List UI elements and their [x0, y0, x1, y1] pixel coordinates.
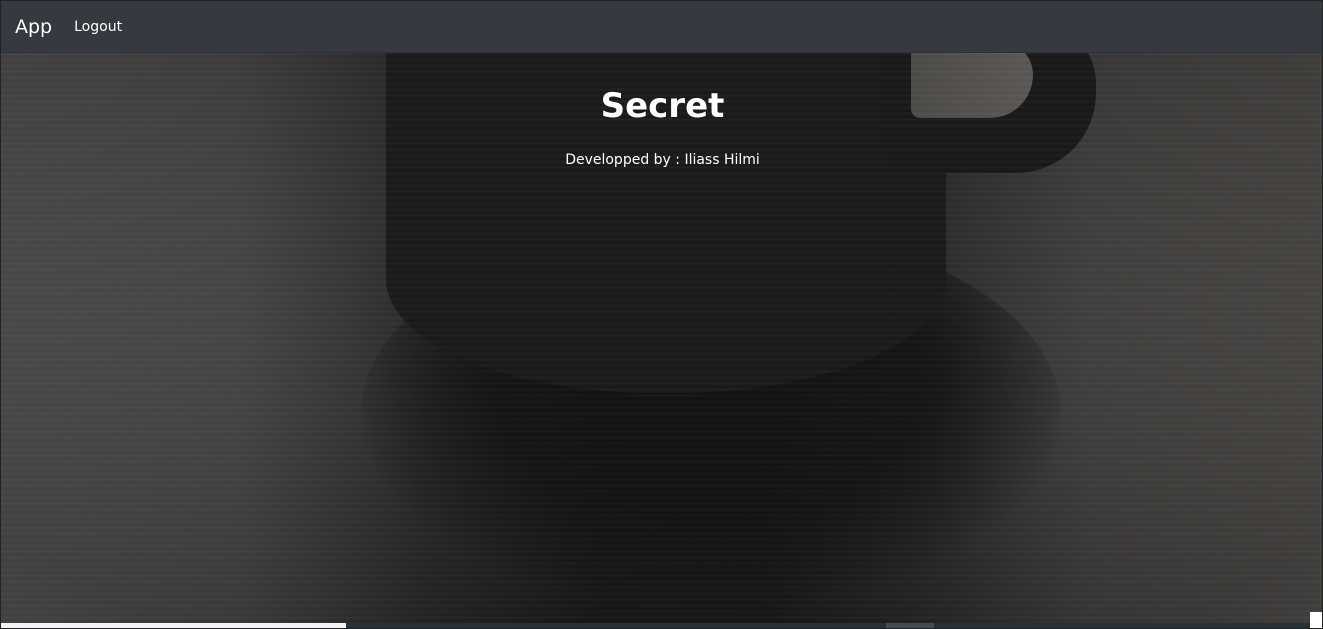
- developer-credit: Developped by : Iliass Hilmi: [565, 152, 760, 168]
- scrollbar-thumb[interactable]: [886, 623, 934, 628]
- page: App Logout Secret Developped by : Iliass…: [0, 0, 1323, 629]
- logout-link[interactable]: Logout: [74, 19, 122, 35]
- scrollbar-corner: [1310, 612, 1322, 628]
- page-title: Secret: [600, 86, 725, 126]
- scrollbar-track-light: [1, 623, 346, 628]
- navbar: App Logout: [1, 1, 1322, 53]
- brand-link[interactable]: App: [15, 16, 52, 38]
- horizontal-scrollbar[interactable]: [1, 623, 1322, 628]
- hero-content: Secret Developped by : Iliass Hilmi: [1, 53, 1322, 169]
